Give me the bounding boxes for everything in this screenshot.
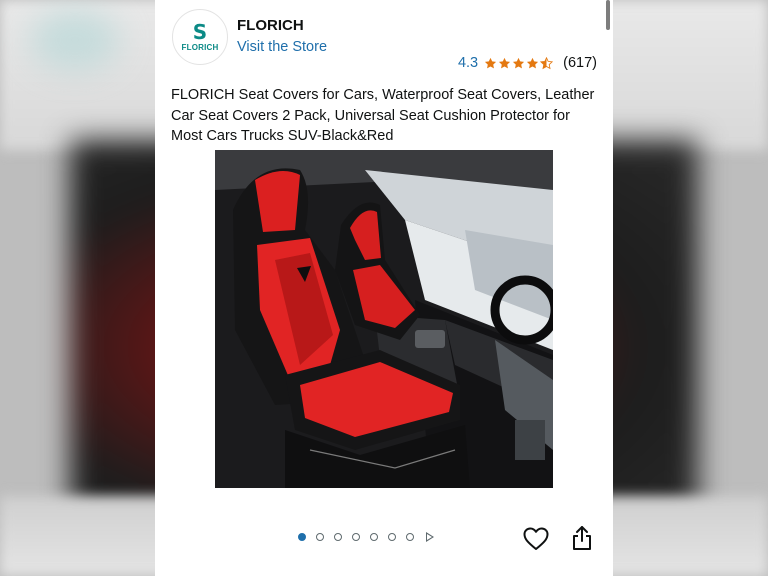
star-full-icon [526, 57, 539, 70]
star-full-icon [498, 57, 511, 70]
share-icon [573, 526, 591, 550]
carousel-dot-3[interactable] [334, 533, 342, 541]
star-rating [484, 56, 554, 70]
product-image[interactable] [215, 150, 553, 488]
play-icon[interactable] [426, 532, 434, 542]
rating-value: 4.3 [457, 55, 479, 71]
logo-text: FLORICH [181, 42, 219, 52]
carousel-dot-1[interactable] [298, 533, 306, 541]
product-title: FLORICH Seat Covers for Cars, Waterproof… [171, 87, 595, 144]
share-button[interactable] [571, 525, 593, 551]
carousel-dot-4[interactable] [352, 533, 360, 541]
image-carousel-indicator [298, 532, 434, 542]
carousel-dot-2[interactable] [316, 533, 324, 541]
wishlist-button[interactable] [523, 527, 549, 551]
carousel-dot-6[interactable] [388, 533, 396, 541]
logo-mark: S [192, 19, 208, 44]
carousel-dot-7[interactable] [406, 533, 414, 541]
rating-summary[interactable]: 4.3 (617) [458, 55, 597, 71]
product-card: S FLORICH FLORICH Visit the Store 4.3 (6… [155, 0, 613, 576]
heart-icon [523, 527, 549, 550]
star-half-icon [540, 56, 554, 70]
brand-name[interactable]: FLORICH [237, 17, 304, 34]
visit-store-link[interactable]: Visit the Store [237, 39, 327, 55]
star-full-icon [484, 57, 497, 70]
rating-count: (617) [563, 55, 597, 71]
store-logo[interactable]: S FLORICH [172, 9, 228, 65]
carousel-dot-5[interactable] [370, 533, 378, 541]
star-full-icon [512, 57, 525, 70]
scrollbar-thumb[interactable] [606, 0, 610, 30]
